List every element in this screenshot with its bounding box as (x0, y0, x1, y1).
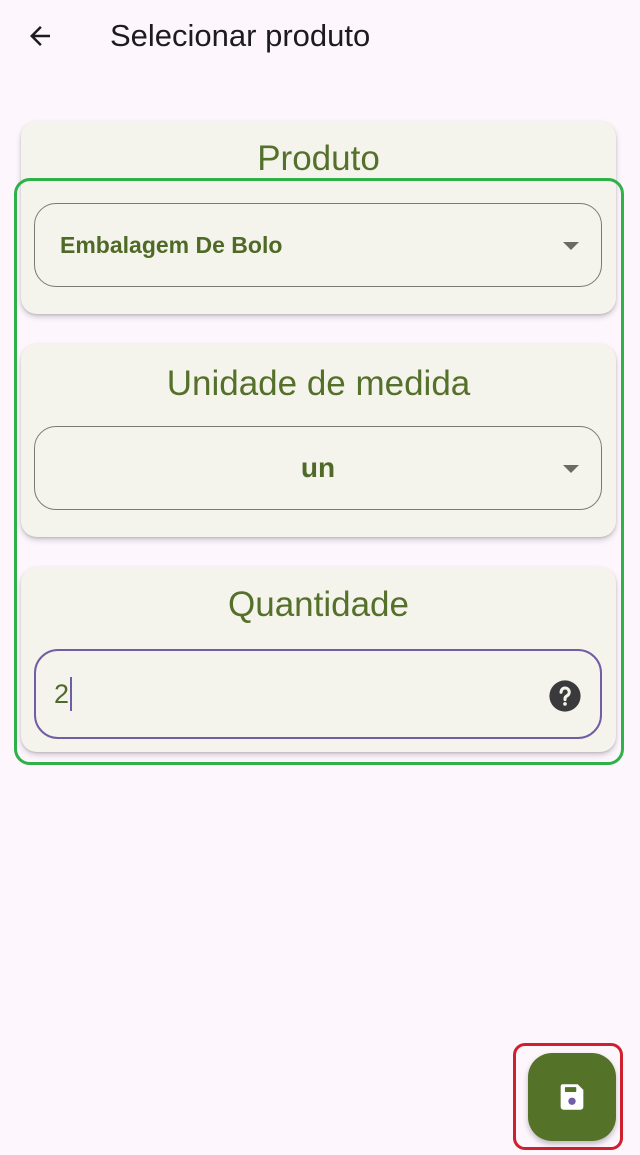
quantity-card: Quantidade 2 (21, 567, 616, 752)
quantity-input-value: 2 (54, 651, 73, 737)
product-dropdown[interactable]: Embalagem De Bolo (34, 203, 602, 287)
save-icon (560, 1084, 584, 1110)
unit-card-title: Unidade de medida (166, 364, 471, 403)
back-button[interactable] (16, 14, 64, 58)
unit-dropdown-value: un (300, 452, 336, 483)
save-button[interactable] (528, 1053, 616, 1141)
chevron-down-icon (563, 242, 579, 250)
help-circle-icon[interactable] (548, 679, 582, 713)
quantity-value-text: 2 (54, 678, 70, 709)
text-caret (70, 677, 73, 711)
product-card-title: Produto (257, 139, 380, 178)
page-title: Selecionar produto (110, 18, 371, 53)
product-card: Produto Embalagem De Bolo (21, 121, 616, 314)
chevron-down-icon (563, 465, 579, 473)
unit-card: Unidade de medida un (21, 344, 616, 537)
unit-dropdown[interactable]: un (34, 426, 602, 510)
quantity-input[interactable]: 2 (34, 649, 602, 739)
arrow-left-icon (30, 26, 50, 46)
quantity-card-title: Quantidade (228, 585, 409, 624)
product-dropdown-value: Embalagem De Bolo (60, 231, 283, 258)
app-bar: Selecionar produto (0, 0, 640, 72)
